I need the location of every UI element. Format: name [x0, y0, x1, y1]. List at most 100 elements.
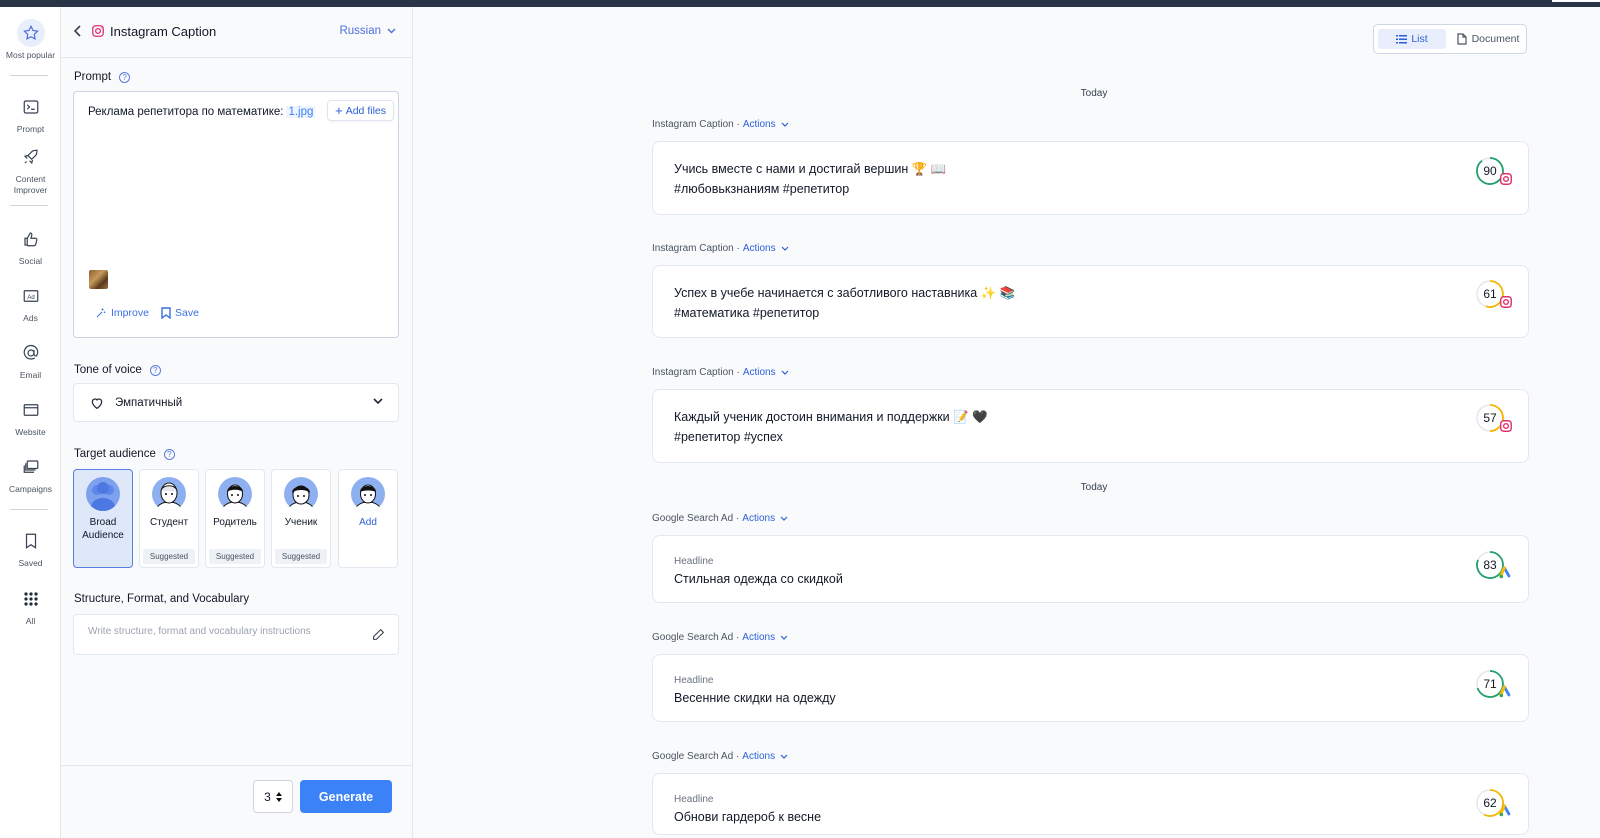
sidebar-item-social[interactable]: Social: [0, 225, 61, 267]
pencil-icon[interactable]: [372, 628, 385, 641]
output-count-select[interactable]: 3: [253, 780, 293, 813]
thumbs-up-icon: [17, 225, 45, 253]
result-type: Instagram Caption: [652, 119, 734, 130]
quality-score: 83: [1475, 550, 1513, 580]
prompt-text[interactable]: Реклама репетитора по математике: 1.jpg: [88, 106, 316, 118]
tone-select[interactable]: Эмпатичный: [73, 383, 399, 422]
sidebar-item-all[interactable]: All: [0, 585, 61, 627]
file-chip[interactable]: 1.jpg: [286, 106, 316, 118]
result-card[interactable]: Headline Стильная одежда со скидкой 83: [652, 535, 1529, 603]
result-line: Стильная одежда со скидкой: [674, 572, 843, 586]
grid-icon: [17, 585, 45, 613]
audience-card-pupil[interactable]: Ученик Suggested: [271, 469, 331, 568]
actions-dropdown[interactable]: Actions: [742, 513, 788, 524]
chevron-down-icon: [780, 516, 788, 521]
top-bar-accent: [1552, 0, 1600, 2]
add-audience-button[interactable]: Add: [338, 469, 398, 568]
prompt-value: Реклама репетитора по математике:: [88, 106, 284, 118]
sidebar-item-most-popular[interactable]: Most popular: [0, 19, 61, 61]
result-card[interactable]: Каждый ученик достоин внимания и поддерж…: [652, 389, 1529, 463]
actions-dropdown[interactable]: Actions: [743, 367, 789, 378]
sidebar-label: All: [25, 616, 36, 626]
suggested-badge: Suggested: [275, 549, 327, 564]
student-avatar: [152, 477, 186, 511]
add-files-button[interactable]: + Add files: [327, 100, 394, 121]
sidebar-divider: [10, 509, 48, 510]
help-icon[interactable]: ?: [119, 71, 131, 83]
ad-icon: Ad: [17, 282, 45, 310]
list-view-button[interactable]: List: [1378, 29, 1446, 49]
result-type: Google Search Ad: [652, 751, 734, 762]
sidebar-label: Website: [15, 427, 46, 437]
view-toggle: List Document: [1373, 24, 1527, 54]
structure-label: Structure, Format, and Vocabulary: [74, 593, 250, 605]
svg-text:Ad: Ad: [27, 295, 34, 301]
save-button[interactable]: Save: [161, 307, 199, 319]
audience-card-student[interactable]: Студент Suggested: [139, 469, 199, 568]
sidebar-item-ads[interactable]: Ad Ads: [0, 282, 61, 324]
audience-section-label: Target audience ?: [74, 448, 175, 460]
result-field-label: Headline: [674, 556, 714, 567]
actions-label: Actions: [742, 632, 776, 643]
language-select[interactable]: Russian: [339, 25, 396, 37]
attached-image-thumbnail[interactable]: [89, 270, 108, 289]
audience-card-broad[interactable]: Broad Audience: [73, 469, 133, 568]
result-type: Google Search Ad: [652, 632, 734, 643]
audience-card-parent[interactable]: Родитель Suggested: [205, 469, 265, 568]
result-card[interactable]: Headline Обнови гардероб к весне 62: [652, 773, 1529, 835]
actions-dropdown[interactable]: Actions: [742, 751, 788, 762]
sidebar-label: Campaigns: [9, 484, 52, 494]
browser-icon: [17, 396, 45, 424]
pupil-avatar: [284, 477, 318, 511]
result-card[interactable]: Headline Весенние скидки на одежду 71: [652, 654, 1529, 722]
document-view-button[interactable]: Document: [1452, 29, 1524, 49]
sidebar-label: Ads: [23, 313, 38, 323]
chevron-down-icon: [781, 122, 789, 127]
prompt-input[interactable]: Реклама репетитора по математике: 1.jpg +…: [73, 91, 399, 338]
google-ads-icon: [1499, 685, 1511, 698]
actions-dropdown[interactable]: Actions: [742, 632, 788, 643]
chevron-down-icon: [781, 246, 789, 251]
generate-button[interactable]: Generate: [300, 780, 392, 813]
sort-arrows-icon: [275, 791, 282, 802]
instagram-icon: [1500, 173, 1512, 185]
sidebar-item-email[interactable]: Email: [0, 339, 61, 381]
result-card[interactable]: Учись вместе с нами и достигай вершин 🏆 …: [652, 141, 1529, 215]
result-card[interactable]: Успех в учебе начинается с заботливого н…: [652, 265, 1529, 338]
structure-input[interactable]: [88, 626, 358, 637]
result-line: #математика #репетитор: [674, 306, 820, 320]
result-label: Google Search Ad · Actions: [652, 513, 788, 524]
result-line: Успех в учебе начинается с заботливого н…: [674, 286, 1016, 300]
sidebar-item-saved[interactable]: Saved: [0, 527, 61, 569]
at-icon: [17, 339, 45, 367]
chevron-down-icon: [780, 635, 788, 640]
instagram-icon: [1500, 296, 1512, 308]
sidebar-item-campaigns[interactable]: Campaigns: [0, 453, 61, 495]
back-button[interactable]: [71, 22, 85, 40]
help-icon[interactable]: ?: [149, 364, 161, 376]
sidebar-item-website[interactable]: Website: [0, 396, 61, 438]
structure-field: [73, 614, 399, 655]
audience-name: Родитель: [213, 517, 257, 528]
improve-button[interactable]: Improve: [95, 307, 149, 319]
actions-dropdown[interactable]: Actions: [743, 243, 789, 254]
result-type: Google Search Ad: [652, 513, 734, 524]
sidebar-item-prompt[interactable]: Prompt: [0, 93, 61, 135]
language-value: Russian: [339, 25, 381, 37]
suggested-badge: Suggested: [143, 549, 195, 564]
chevron-left-icon: [74, 25, 81, 37]
sidebar: Most popular Prompt Content Improver Soc…: [0, 7, 61, 838]
result-label: Instagram Caption · Actions: [652, 367, 789, 378]
result-label: Google Search Ad · Actions: [652, 751, 788, 762]
google-ads-icon: [1499, 804, 1511, 817]
audience-name: Ученик: [284, 517, 318, 528]
document-view-label: Document: [1471, 33, 1520, 45]
heart-icon: [91, 397, 103, 409]
actions-label: Actions: [742, 119, 776, 130]
help-icon[interactable]: ?: [163, 448, 175, 460]
sidebar-item-content-improver[interactable]: Content Improver: [0, 143, 61, 196]
google-ads-icon: [1499, 566, 1511, 579]
actions-dropdown[interactable]: Actions: [743, 119, 789, 130]
result-line: #репетитор #успех: [674, 430, 783, 444]
layers-icon: [17, 453, 45, 481]
